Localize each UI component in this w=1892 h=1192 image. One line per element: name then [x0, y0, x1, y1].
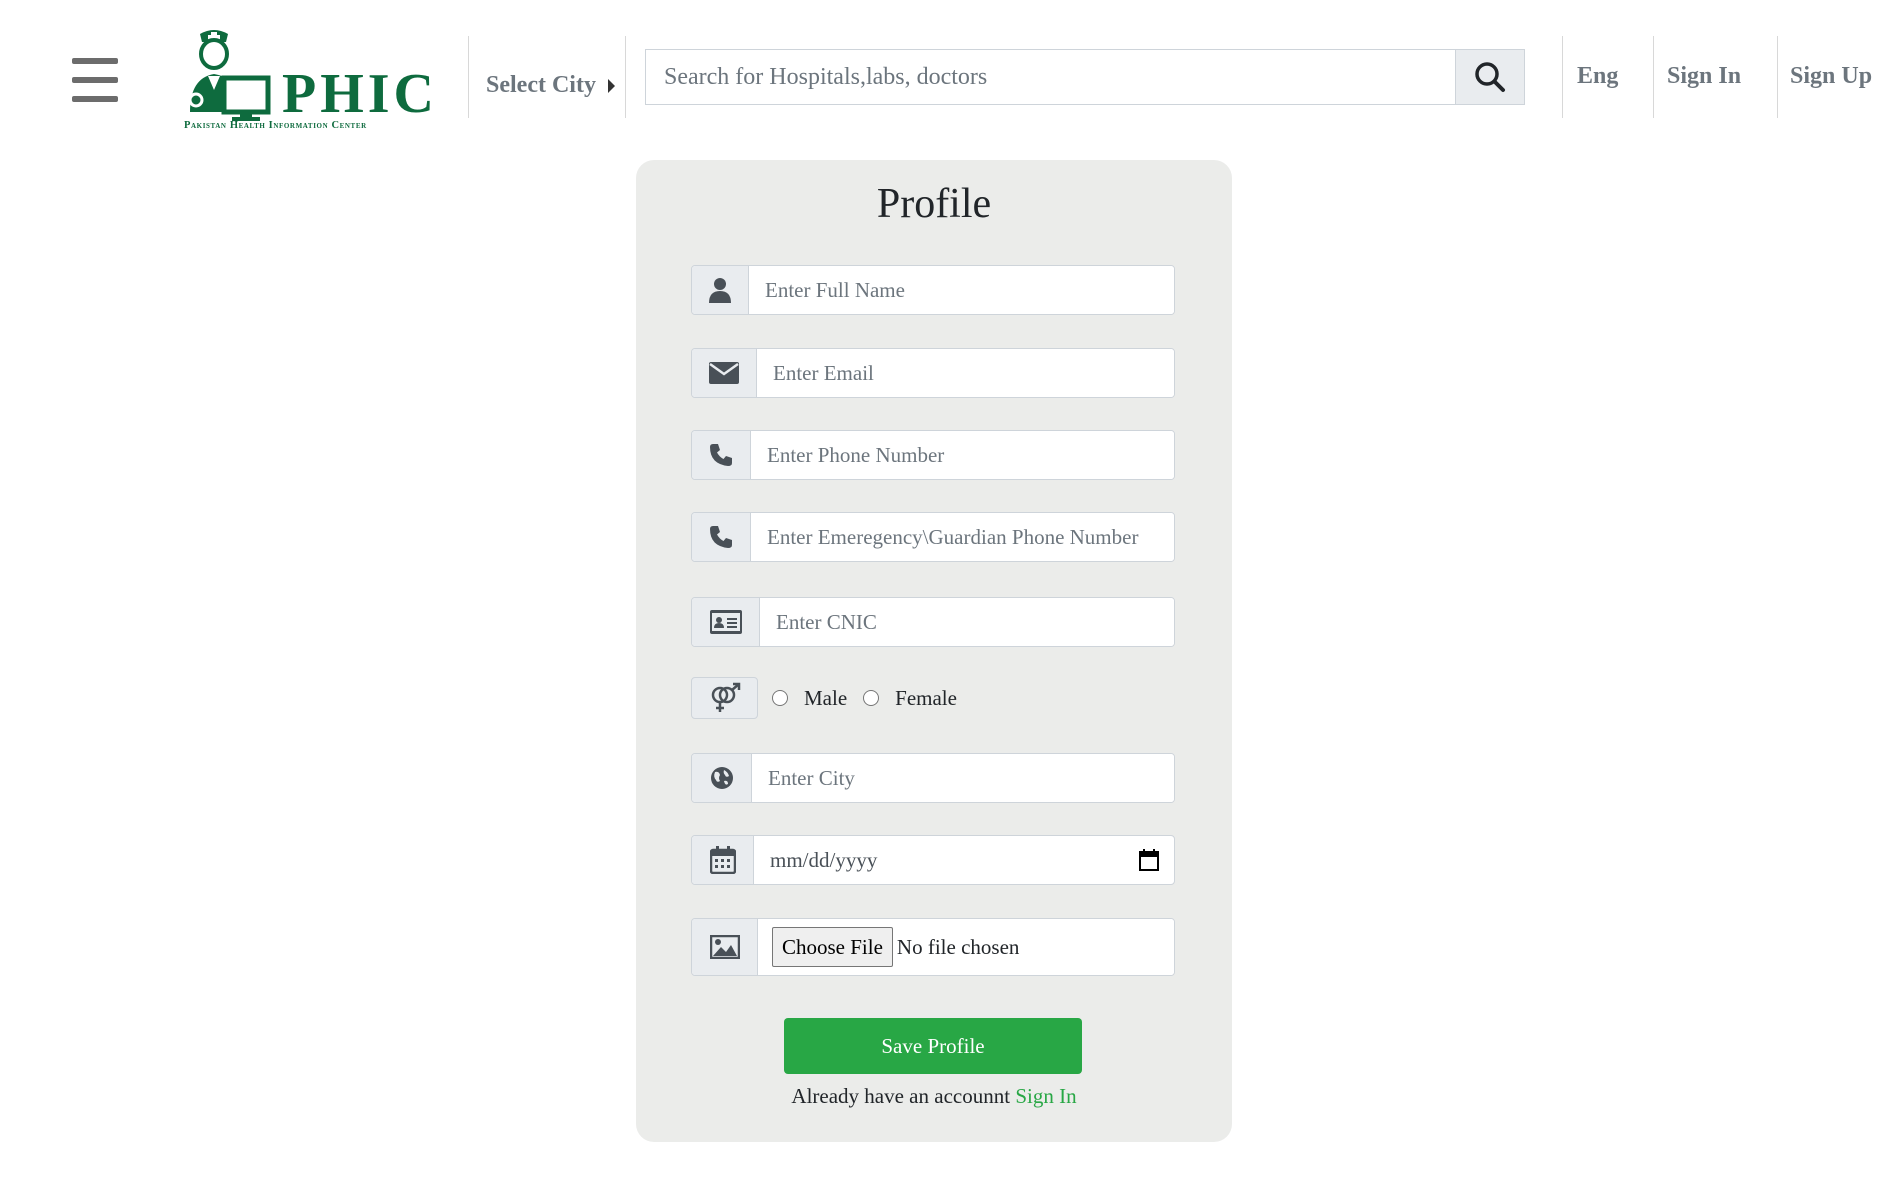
id-card-icon [692, 598, 760, 646]
file-input: Choose File No file chosen [758, 919, 1174, 975]
email-input[interactable] [757, 349, 1174, 397]
search-input[interactable] [645, 49, 1455, 105]
phone-field [691, 430, 1175, 480]
logo-subtitle: Pakistan Health Information Center [184, 120, 367, 131]
calendar-picker-button[interactable] [1124, 836, 1174, 884]
calendar-icon [692, 836, 754, 884]
email-field [691, 348, 1175, 398]
divider [1562, 36, 1563, 118]
sign-up-link[interactable]: Sign Up [1790, 63, 1872, 90]
globe-icon [692, 754, 752, 802]
menu-icon[interactable] [72, 58, 118, 104]
photo-upload-field: Choose File No file chosen [691, 918, 1175, 976]
language-link[interactable]: Eng [1577, 63, 1618, 90]
choose-file-button[interactable]: Choose File [772, 927, 893, 967]
image-icon [692, 919, 758, 975]
user-icon [692, 266, 749, 314]
search-button[interactable] [1455, 49, 1525, 105]
female-radio[interactable] [863, 690, 880, 706]
select-city-label: Select City [486, 72, 596, 98]
already-have-account-text: Already have an accounnt Sign In [636, 1084, 1232, 1109]
emergency-phone-input[interactable] [751, 513, 1174, 561]
top-navbar: PHIC Pakistan Health Information Center … [0, 0, 1892, 150]
cnic-input[interactable] [760, 598, 1174, 646]
divider [1777, 36, 1778, 118]
page-title: Profile [876, 181, 992, 227]
city-field [691, 753, 1175, 803]
divider [625, 36, 626, 118]
envelope-icon [692, 349, 757, 397]
date-of-birth-field: mm/dd/yyyy [691, 835, 1175, 885]
save-profile-button[interactable]: Save Profile [784, 1018, 1082, 1074]
doctor-icon [188, 30, 271, 121]
phone-icon [692, 513, 751, 561]
search-bar [645, 49, 1525, 105]
divider [1653, 36, 1654, 118]
phic-logo[interactable]: PHIC Pakistan Health Information Center [180, 26, 434, 134]
full-name-field [691, 265, 1175, 315]
gender-icon [691, 677, 758, 719]
select-city-dropdown[interactable]: Select City [486, 72, 615, 99]
already-text: Already have an accounnt [791, 1084, 1011, 1108]
gender-field: Male Female [691, 677, 1175, 719]
male-radio[interactable] [772, 690, 788, 706]
cnic-field [691, 597, 1175, 647]
phone-input[interactable] [751, 431, 1174, 479]
calendar-picker-icon [1139, 849, 1159, 871]
caret-right-icon [607, 78, 615, 93]
logo-wordmark: PHIC [282, 63, 438, 125]
search-icon [1475, 62, 1505, 92]
sign-in-link[interactable]: Sign In [1667, 63, 1741, 90]
male-label: Male [804, 685, 848, 710]
phone-icon [692, 431, 751, 479]
full-name-input[interactable] [749, 266, 1174, 314]
date-input[interactable]: mm/dd/yyyy [754, 836, 1124, 884]
no-file-text: No file chosen [896, 934, 1020, 959]
emergency-phone-field [691, 512, 1175, 562]
city-input[interactable] [752, 754, 1174, 802]
sign-in-footer-link[interactable]: Sign In [1015, 1084, 1076, 1108]
divider [468, 36, 469, 118]
female-label: Female [895, 685, 957, 710]
